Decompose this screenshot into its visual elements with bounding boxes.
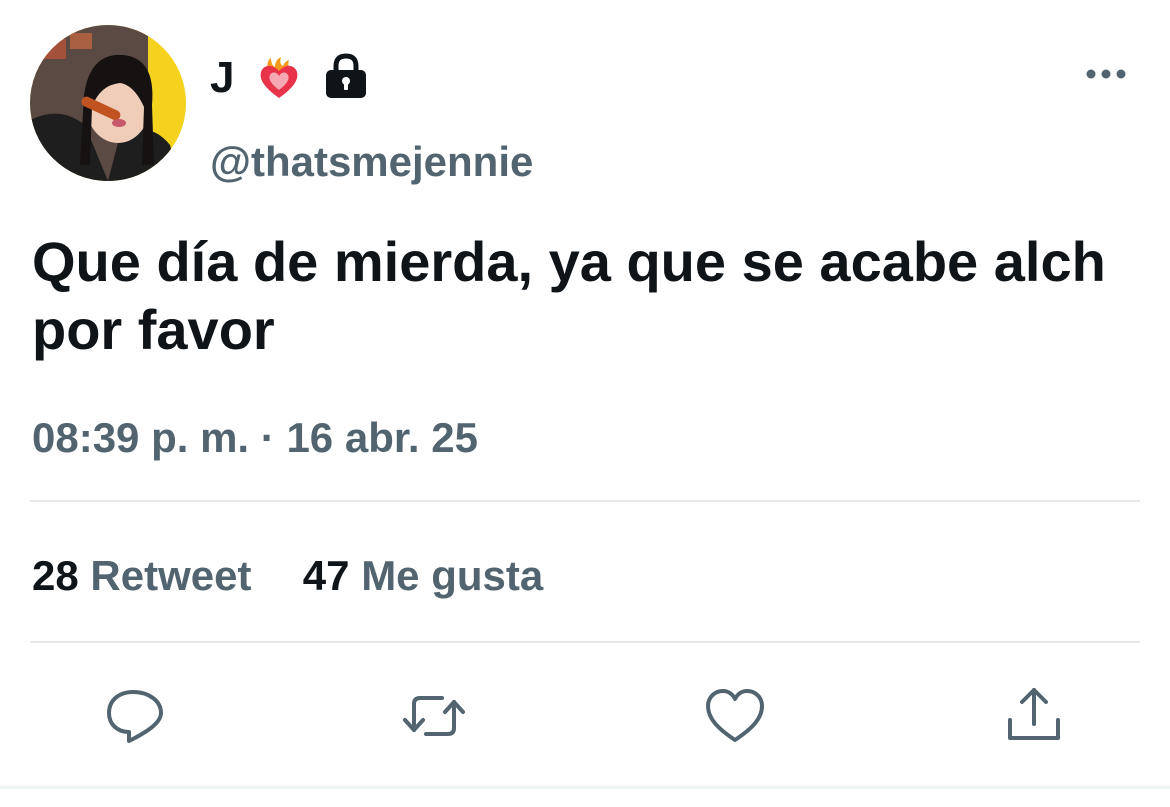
likes-stat[interactable]: 47 Me gusta	[303, 552, 543, 599]
likes-count: 47	[302, 552, 350, 599]
tweet-date: 16 abr. 25	[286, 414, 478, 461]
tweet-stats: 28 Retweet 47 Me gusta	[32, 550, 543, 602]
tweet-time: 08:39 p. m.	[32, 414, 250, 461]
tweet-timestamp[interactable]: 08:39 p. m. · 16 abr. 25	[32, 412, 478, 464]
reply-icon[interactable]	[103, 684, 167, 748]
divider	[30, 500, 1140, 502]
tweet-text: Que día de mierda, ya que se acabe alch …	[32, 230, 1106, 361]
lock-icon	[322, 52, 370, 100]
display-name[interactable]: J	[210, 50, 234, 106]
retweets-stat[interactable]: 28 Retweet	[32, 552, 263, 599]
retweets-label: Retweet	[90, 552, 252, 599]
user-handle[interactable]: @thatsmejennie	[210, 136, 533, 188]
more-icon[interactable]	[1084, 62, 1128, 86]
retweets-count: 28	[32, 552, 79, 599]
likes-label: Me gusta	[361, 552, 544, 599]
bottom-divider	[0, 786, 1170, 789]
divider	[30, 641, 1140, 643]
timestamp-separator: ·	[260, 414, 275, 461]
like-icon[interactable]	[703, 684, 767, 748]
avatar[interactable]	[30, 25, 186, 181]
heart-on-fire-icon	[257, 56, 301, 100]
share-icon[interactable]	[1002, 684, 1066, 748]
retweet-icon[interactable]	[402, 684, 466, 748]
